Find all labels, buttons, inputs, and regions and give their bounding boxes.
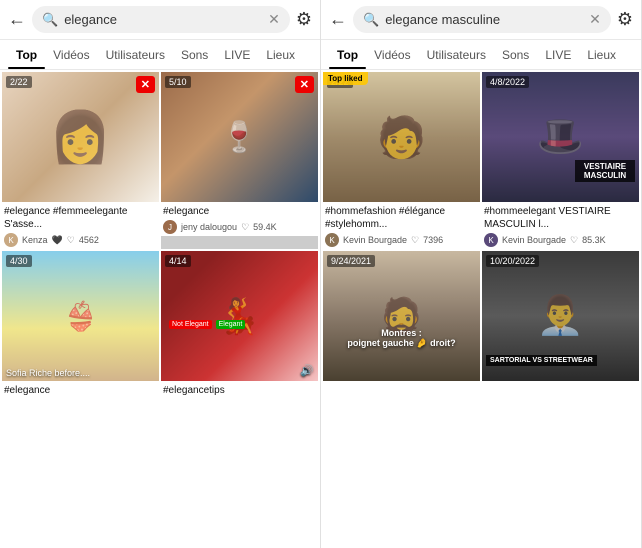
right-card-2[interactable]: 🎩 4/8/2022 VESTIAIRE MASCULIN #hommeeleg… <box>482 72 639 249</box>
right-card-4-sartorial: SARTORIAL VS STREETWEAR <box>486 355 597 366</box>
left-card-1-likes: 4562 <box>79 235 99 245</box>
right-tab-videos[interactable]: Vidéos <box>366 40 418 69</box>
left-back-button[interactable]: ← <box>8 9 26 30</box>
left-tab-videos[interactable]: Vidéos <box>45 40 97 69</box>
left-card-1-meta: K Kenza 🖤 ♡ 4562 <box>4 233 157 247</box>
left-tab-sons[interactable]: Sons <box>173 40 216 69</box>
left-card-3-counter: 4/30 <box>6 255 32 267</box>
right-tab-utilisateurs[interactable]: Utilisateurs <box>419 40 494 69</box>
right-card-3-info <box>323 381 480 386</box>
left-card-2-author: jeny dalougou <box>181 222 237 232</box>
right-card-2-author: Kevin Bourgade <box>502 235 566 245</box>
right-tab-live[interactable]: LIVE <box>537 40 579 69</box>
elegant-badge: Elegant <box>216 320 246 329</box>
left-panel: ← 🔍 elegance ✕ ⚙ Top Vidéos Utilisateurs… <box>0 0 321 548</box>
left-card-3-info: #elegance <box>2 381 159 401</box>
right-tab-sons[interactable]: Sons <box>494 40 537 69</box>
right-content: 🧑 2/22 Top liked #hommefashion #élégance… <box>321 70 641 548</box>
right-search-bar: ← 🔍 elegance masculine ✕ ⚙ <box>321 0 641 40</box>
left-card-2-likes: 59.4K <box>253 222 277 232</box>
right-tab-lieux[interactable]: Lieux <box>579 40 624 69</box>
right-card-1-avatar: K <box>325 233 339 247</box>
left-card-1[interactable]: 👩 2/22 ✕ #elegance #femmeelegante S'asse… <box>2 72 159 249</box>
left-card-4-sound: 🔊 <box>300 364 314 377</box>
right-card-2-title: #hommeelegant VESTIAIRE MASCULIN l... <box>484 205 637 231</box>
right-card-2-likes: 85.3K <box>582 235 606 245</box>
right-panel: ← 🔍 elegance masculine ✕ ⚙ Top Vidéos Ut… <box>321 0 642 548</box>
left-card-1-x: ✕ <box>136 76 155 93</box>
left-search-query: elegance <box>64 12 262 27</box>
right-card-1-badge: Top liked <box>323 72 368 85</box>
left-card-1-title: #elegance #femmeelegante S'asse... <box>4 205 157 231</box>
right-card-1-meta: K Kevin Bourgade ♡ 7396 <box>325 233 478 247</box>
right-card-3-counter: 9/24/2021 <box>327 255 375 267</box>
left-tab-top[interactable]: Top <box>8 40 45 69</box>
right-card-3[interactable]: 🧔 9/24/2021 Montres :poignet gauche 🤌 dr… <box>323 251 480 386</box>
left-card-2-avatar: J <box>163 220 177 234</box>
left-tabs: Top Vidéos Utilisateurs Sons LIVE Lieux <box>0 40 320 70</box>
right-card-1-likes: 7396 <box>423 235 443 245</box>
right-card-2-brand: VESTIAIRE MASCULIN <box>575 160 635 182</box>
right-search-icon: 🔍 <box>363 12 379 28</box>
right-back-button[interactable]: ← <box>329 9 347 30</box>
left-content: 👩 2/22 ✕ #elegance #femmeelegante S'asse… <box>0 70 320 548</box>
left-card-4-counter: 4/14 <box>165 255 191 267</box>
right-card-2-info: #hommeelegant VESTIAIRE MASCULIN l... K … <box>482 202 639 249</box>
left-card-2[interactable]: 🍷 5/10 ✕ #elegance J jeny dalougou ♡ 59.… <box>161 72 318 249</box>
right-card-4-counter: 10/20/2022 <box>486 255 539 267</box>
left-filter-button[interactable]: ⚙ <box>296 9 312 30</box>
left-grid: 👩 2/22 ✕ #elegance #femmeelegante S'asse… <box>0 70 320 403</box>
right-search-query: elegance masculine <box>385 12 583 27</box>
left-card-2-counter: 5/10 <box>165 76 191 88</box>
left-search-icon: 🔍 <box>42 12 58 28</box>
left-card-2-heart: ♡ <box>241 222 249 233</box>
left-card-4[interactable]: 💃 4/14 Not Elegant Elegant 🔊 #eleganceti… <box>161 251 318 401</box>
left-tab-lieux[interactable]: Lieux <box>258 40 303 69</box>
left-card-1-info: #elegance #femmeelegante S'asse... K Ken… <box>2 202 159 249</box>
left-card-2-info: #elegance J jeny dalougou ♡ 59.4K <box>161 202 318 236</box>
right-card-4-info <box>482 381 639 386</box>
left-card-1-emoji: 🖤 <box>52 235 63 246</box>
right-grid: 🧑 2/22 Top liked #hommefashion #élégance… <box>321 70 641 388</box>
right-card-2-counter: 4/8/2022 <box>486 76 529 88</box>
left-clear-button[interactable]: ✕ <box>268 11 280 28</box>
left-search-input-wrap[interactable]: 🔍 elegance ✕ <box>32 6 290 33</box>
right-card-1-author: Kevin Bourgade <box>343 235 407 245</box>
left-card-1-avatar: K <box>4 233 18 247</box>
left-card-2-title: #elegance <box>163 205 316 218</box>
right-card-4[interactable]: 👨‍💼 10/20/2022 SARTORIAL VS STREETWEAR <box>482 251 639 386</box>
right-tabs: Top Vidéos Utilisateurs Sons LIVE Lieux <box>321 40 641 70</box>
right-search-input-wrap[interactable]: 🔍 elegance masculine ✕ <box>353 6 611 33</box>
not-elegant-badge: Not Elegant <box>169 320 212 329</box>
left-tab-utilisateurs[interactable]: Utilisateurs <box>98 40 173 69</box>
right-card-1-info: #hommefashion #élégance #stylehomm... K … <box>323 202 480 249</box>
left-card-1-author: Kenza <box>22 235 48 245</box>
right-card-1-heart: ♡ <box>411 235 419 246</box>
left-card-3-title: #elegance <box>4 384 157 397</box>
right-card-1-title: #hommefashion #élégance #stylehomm... <box>325 205 478 231</box>
right-filter-button[interactable]: ⚙ <box>617 9 633 30</box>
right-card-1[interactable]: 🧑 2/22 Top liked #hommefashion #élégance… <box>323 72 480 249</box>
left-card-2-meta: J jeny dalougou ♡ 59.4K <box>163 220 316 234</box>
right-tab-top[interactable]: Top <box>329 40 366 69</box>
left-card-1-counter: 2/22 <box>6 76 32 88</box>
right-card-2-avatar: K <box>484 233 498 247</box>
left-card-2-x: ✕ <box>295 76 314 93</box>
left-card-1-heart: ♡ <box>67 235 75 246</box>
right-card-2-meta: K Kevin Bourgade ♡ 85.3K <box>484 233 637 247</box>
left-card-4-info: #elegancetips <box>161 381 318 401</box>
left-search-bar: ← 🔍 elegance ✕ ⚙ <box>0 0 320 40</box>
right-card-2-heart: ♡ <box>570 235 578 246</box>
left-card-4-title: #elegancetips <box>163 384 316 397</box>
left-card-3[interactable]: 👙 4/30 Sofia Riche before.... #elegance <box>2 251 159 401</box>
left-card-3-label: Sofia Riche before.... <box>6 368 155 378</box>
left-tab-live[interactable]: LIVE <box>216 40 258 69</box>
left-card-4-badges: Not Elegant Elegant <box>169 320 245 329</box>
right-card-3-montres: Montres :poignet gauche 🤌 droit? <box>347 328 455 349</box>
right-clear-button[interactable]: ✕ <box>589 11 601 28</box>
